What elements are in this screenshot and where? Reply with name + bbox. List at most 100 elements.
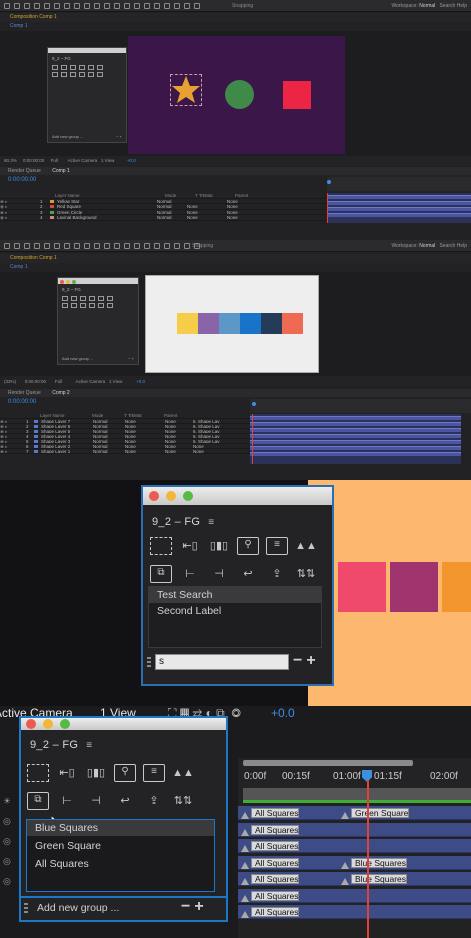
- marker-label[interactable]: Blue Squares: [351, 874, 408, 884]
- layer-parent[interactable]: None: [165, 419, 193, 423]
- playhead-icon-2[interactable]: [252, 402, 256, 406]
- layer-parent[interactable]: None: [165, 429, 193, 433]
- precompose-icon[interactable]: ⧉: [150, 565, 172, 583]
- playhead-icon[interactable]: [327, 180, 331, 184]
- layer-name[interactable]: Shape Layer 7: [41, 419, 93, 423]
- comp-header-name-2[interactable]: Comp 1: [39, 255, 57, 261]
- marker-icon[interactable]: [241, 861, 249, 869]
- timeline-track[interactable]: All Squares Green Square: [238, 806, 471, 820]
- comp-canvas[interactable]: [128, 36, 345, 154]
- timeline-track[interactable]: All Squares: [238, 822, 471, 837]
- marker-icon[interactable]: [241, 845, 249, 852]
- mountains-icon[interactable]: ▲▲: [172, 764, 194, 782]
- label-color-swatch[interactable]: [34, 429, 38, 433]
- layer-trkmat[interactable]: None: [187, 210, 227, 214]
- layer-parent-node[interactable]: 6. Shape Lay: [193, 434, 233, 438]
- playhead-line[interactable]: [327, 193, 328, 223]
- color-swatch[interactable]: [219, 313, 240, 334]
- close-icon-4[interactable]: [26, 719, 36, 729]
- fg-small-icons-row2-2[interactable]: [58, 302, 138, 309]
- layer-parent-node[interactable]: 6. Shape Lay: [193, 424, 233, 428]
- layer-name[interactable]: Red Square: [57, 204, 157, 208]
- comp-canvas-2[interactable]: [145, 275, 319, 373]
- layer-name[interactable]: Green Circle: [57, 210, 157, 214]
- time-ruler-2[interactable]: [250, 399, 471, 413]
- marker-icon[interactable]: [341, 878, 349, 885]
- layer-parent[interactable]: None: [227, 210, 267, 214]
- tab-timeline-comp[interactable]: Comp 1: [52, 168, 70, 174]
- timeline-track[interactable]: All Squares: [238, 888, 471, 903]
- workspace-switcher-2[interactable]: Workspace: Normal Search Help: [391, 240, 467, 252]
- label-color-swatch[interactable]: [34, 449, 38, 453]
- layer-parent[interactable]: None: [165, 424, 193, 428]
- layer-mode[interactable]: Normal: [157, 204, 187, 208]
- layer-name[interactable]: Shape Layer 6: [41, 424, 93, 428]
- link-icon[interactable]: ↩: [237, 565, 259, 583]
- add-new-group-label[interactable]: Add new group ...: [37, 902, 119, 914]
- playhead-line-2[interactable]: [252, 414, 253, 464]
- marker-label[interactable]: All Squares: [251, 808, 300, 818]
- tab-render-queue-2[interactable]: Render Queue: [8, 390, 41, 396]
- layer-name[interactable]: Shape Layer 4: [41, 434, 93, 438]
- sort-arrows-icon[interactable]: ⇅⇅: [295, 565, 317, 583]
- layer-parent[interactable]: None: [227, 215, 267, 219]
- maximize-icon[interactable]: [183, 491, 193, 501]
- red-square[interactable]: [283, 81, 311, 109]
- minimize-icon[interactable]: [166, 491, 176, 501]
- color-swatch[interactable]: [198, 313, 219, 334]
- layer-row[interactable]: ◉ ▸ 7 Shape Layer 1 Normal None None None: [0, 449, 250, 454]
- viewer-statusbar-2[interactable]: (33%) 0:00:00:00 Full Active Camera 1 Vi…: [0, 378, 471, 386]
- layer-mode[interactable]: Normal: [157, 215, 187, 219]
- anchor-icon[interactable]: ⚲: [114, 764, 136, 782]
- timeline-track[interactable]: All Squares Blue Squares: [238, 855, 471, 870]
- layer-trkmat[interactable]: None: [125, 449, 165, 453]
- list-item[interactable]: All Squares: [27, 856, 214, 872]
- exposure-value[interactable]: +0.0: [127, 158, 136, 163]
- viewer-statusbar[interactable]: 60.3% 0:00:00:00 Full Active Camera 1 Vi…: [0, 157, 471, 165]
- marker-icon[interactable]: [341, 861, 349, 869]
- col-trkmat[interactable]: T TrkMat: [195, 193, 235, 197]
- fg-panel-small-2[interactable]: 9_2 – FG Add new group ... − +: [57, 277, 139, 365]
- timeline-track[interactable]: All Squares Blue Squares: [238, 872, 471, 886]
- window-titlebar[interactable]: [143, 487, 332, 505]
- marker-icon[interactable]: [241, 812, 249, 819]
- label-color-swatch[interactable]: [34, 419, 38, 423]
- maximize-icon-4[interactable]: [60, 719, 70, 729]
- layer-parent-node[interactable]: None: [193, 449, 233, 453]
- label-color-swatch[interactable]: [34, 439, 38, 443]
- align-right-icon[interactable]: ⊣: [85, 792, 107, 810]
- anchor-icon[interactable]: ⚲: [237, 537, 259, 555]
- fg-small-add-group-2[interactable]: Add new group ...: [62, 356, 93, 361]
- camera-select[interactable]: Active Camera: [68, 158, 98, 163]
- close-icon[interactable]: [149, 491, 159, 501]
- drag-handle-icon-4[interactable]: [24, 903, 28, 913]
- layer-name[interactable]: Shape Layer 5: [41, 429, 93, 433]
- view-select-2[interactable]: 1 View: [109, 379, 122, 384]
- work-area-bar[interactable]: [243, 760, 413, 766]
- fg-small-icons-row1-2[interactable]: [58, 295, 138, 302]
- layer-parent[interactable]: None: [165, 444, 193, 448]
- zoom-level[interactable]: 60.3%: [4, 158, 17, 163]
- align-left-arrow-icon[interactable]: ⇤▯: [56, 764, 78, 782]
- layer-trkmat[interactable]: None: [125, 419, 165, 423]
- label-color-swatch[interactable]: [50, 216, 54, 219]
- layer-name[interactable]: Shape Layer 1: [41, 449, 93, 453]
- tab-timeline-comp-2[interactable]: Comp 2: [52, 390, 70, 396]
- layer-parent[interactable]: None: [227, 204, 267, 208]
- timeline-track[interactable]: All Squares: [238, 839, 471, 853]
- timeline-track-area[interactable]: All Squares Green Square All Squares All Sq…: [238, 780, 471, 938]
- layer-trkmat[interactable]: None: [125, 439, 165, 443]
- fg-panel-small[interactable]: 9_2 – FG Add new group ... − +: [47, 47, 127, 143]
- text-lines-icon[interactable]: ≡: [143, 764, 165, 782]
- color-swatch[interactable]: [282, 313, 303, 334]
- marker-label[interactable]: Blue Squares: [351, 857, 408, 868]
- status-timecode[interactable]: 0:00:00:00: [23, 158, 44, 163]
- layer-trkmat[interactable]: None: [187, 204, 227, 208]
- layer-parent[interactable]: None: [165, 434, 193, 438]
- playhead-line-4[interactable]: [367, 780, 369, 938]
- layer-parent-node[interactable]: None: [193, 444, 233, 448]
- pink-square[interactable]: [338, 562, 386, 612]
- col-layer-name[interactable]: Layer Name: [55, 193, 165, 197]
- marker-icon[interactable]: [241, 894, 249, 902]
- list-item[interactable]: Blue Squares: [27, 820, 214, 836]
